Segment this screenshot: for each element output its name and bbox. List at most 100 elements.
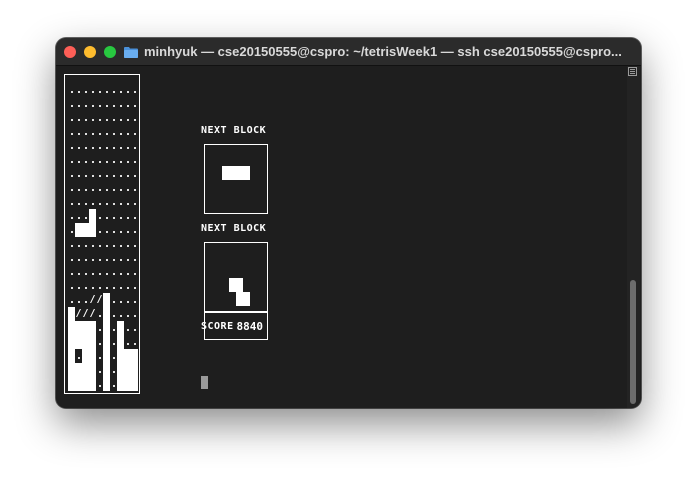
board-empty-cell — [82, 195, 89, 209]
terminal-content[interactable]: / / / / / NEXT BLOCK NEXT BLOCK SCORE 8840 — [56, 66, 641, 408]
board-empty-cell — [82, 111, 89, 125]
next-block-piece-2-bottom — [236, 292, 250, 306]
next-block-label-1: NEXT BLOCK — [201, 125, 267, 136]
scrollbar[interactable] — [627, 66, 640, 408]
board-empty-cell — [110, 83, 117, 97]
maximize-button[interactable] — [104, 46, 116, 58]
scrollbar-menu-icon[interactable] — [628, 67, 637, 76]
board-empty-cell — [110, 321, 117, 335]
board-empty-cell — [82, 293, 89, 307]
board-empty-cell — [68, 167, 75, 181]
board-block-cell — [117, 363, 124, 377]
board-empty-cell — [68, 195, 75, 209]
board-empty-cell — [68, 237, 75, 251]
board-block-cell — [89, 349, 96, 363]
board-empty-cell — [110, 363, 117, 377]
board-block-cell — [103, 349, 110, 363]
board-empty-cell — [75, 349, 82, 363]
board-shadow-cell: / — [89, 294, 96, 305]
board-shadow-cell: / — [82, 308, 89, 319]
board-block-cell — [103, 363, 110, 377]
board-empty-cell — [82, 251, 89, 265]
board-empty-cell — [68, 139, 75, 153]
board-block-cell — [68, 377, 75, 391]
board-empty-cell — [96, 237, 103, 251]
board-empty-cell — [110, 335, 117, 349]
board-empty-cell — [96, 139, 103, 153]
board-block-cell — [89, 363, 96, 377]
board-block-cell — [117, 321, 124, 335]
board-empty-cell — [75, 139, 82, 153]
board-empty-cell — [117, 237, 124, 251]
board-shadow-cell: / — [75, 308, 82, 319]
board-shadow-cell: / — [89, 308, 96, 319]
board-empty-cell — [117, 195, 124, 209]
board-empty-cell — [68, 265, 75, 279]
board-empty-cell — [96, 279, 103, 293]
board-empty-cell — [89, 237, 96, 251]
board-block-cell — [89, 321, 96, 335]
board-block-cell — [103, 293, 110, 307]
board-empty-cell — [96, 111, 103, 125]
next-block-box-2 — [204, 242, 268, 312]
board-empty-cell — [110, 167, 117, 181]
board-empty-cell — [103, 83, 110, 97]
board-block-cell — [89, 209, 96, 223]
board-block-cell — [131, 363, 138, 377]
board-block-cell — [82, 321, 89, 335]
title-bar[interactable]: minhyuk — cse20150555@cspro: ~/tetrisWee… — [56, 38, 641, 66]
board-empty-cell — [96, 307, 103, 321]
board-empty-cell — [110, 377, 117, 391]
board-empty-cell — [117, 265, 124, 279]
board-empty-cell — [89, 251, 96, 265]
board-empty-cell — [110, 251, 117, 265]
board-empty-cell — [110, 209, 117, 223]
board-block-cell — [124, 377, 131, 391]
board-empty-cell — [68, 223, 75, 237]
close-button[interactable] — [64, 46, 76, 58]
board-empty-cell — [75, 125, 82, 139]
board-block-cell — [124, 363, 131, 377]
board-shadow-cell: / — [96, 294, 103, 305]
board-empty-cell — [96, 125, 103, 139]
board-empty-cell — [117, 111, 124, 125]
board-empty-cell — [110, 97, 117, 111]
board-empty-cell — [96, 223, 103, 237]
board-empty-cell — [124, 125, 131, 139]
board-empty-cell — [117, 167, 124, 181]
next-block-box-1 — [204, 144, 268, 214]
board-empty-cell — [82, 209, 89, 223]
board-empty-cell — [96, 167, 103, 181]
board-empty-cell — [89, 153, 96, 167]
board-empty-cell — [68, 111, 75, 125]
board-block-cell — [82, 335, 89, 349]
board-empty-cell — [124, 237, 131, 251]
board-empty-cell — [110, 181, 117, 195]
board-empty-cell — [124, 223, 131, 237]
minimize-button[interactable] — [84, 46, 96, 58]
board-empty-cell — [68, 181, 75, 195]
board-empty-cell — [124, 83, 131, 97]
board-empty-cell — [110, 139, 117, 153]
board-block-cell — [89, 223, 96, 237]
score-value: 8840 — [236, 320, 264, 333]
board-empty-cell — [96, 363, 103, 377]
board-empty-cell — [131, 265, 138, 279]
board-empty-cell — [89, 139, 96, 153]
board-empty-cell — [131, 293, 138, 307]
board-empty-cell — [75, 153, 82, 167]
board-empty-cell — [75, 293, 82, 307]
board-block-cell — [68, 307, 75, 321]
board-empty-cell — [117, 279, 124, 293]
board-empty-cell — [75, 209, 82, 223]
board-empty-cell — [124, 251, 131, 265]
board-empty-cell — [124, 265, 131, 279]
board-empty-cell — [82, 153, 89, 167]
board-block-cell — [75, 377, 82, 391]
board-empty-cell — [131, 223, 138, 237]
scrollbar-thumb[interactable] — [630, 280, 636, 404]
board-empty-cell — [110, 111, 117, 125]
board-empty-cell — [110, 223, 117, 237]
board-empty-cell — [82, 83, 89, 97]
board-empty-cell — [117, 83, 124, 97]
